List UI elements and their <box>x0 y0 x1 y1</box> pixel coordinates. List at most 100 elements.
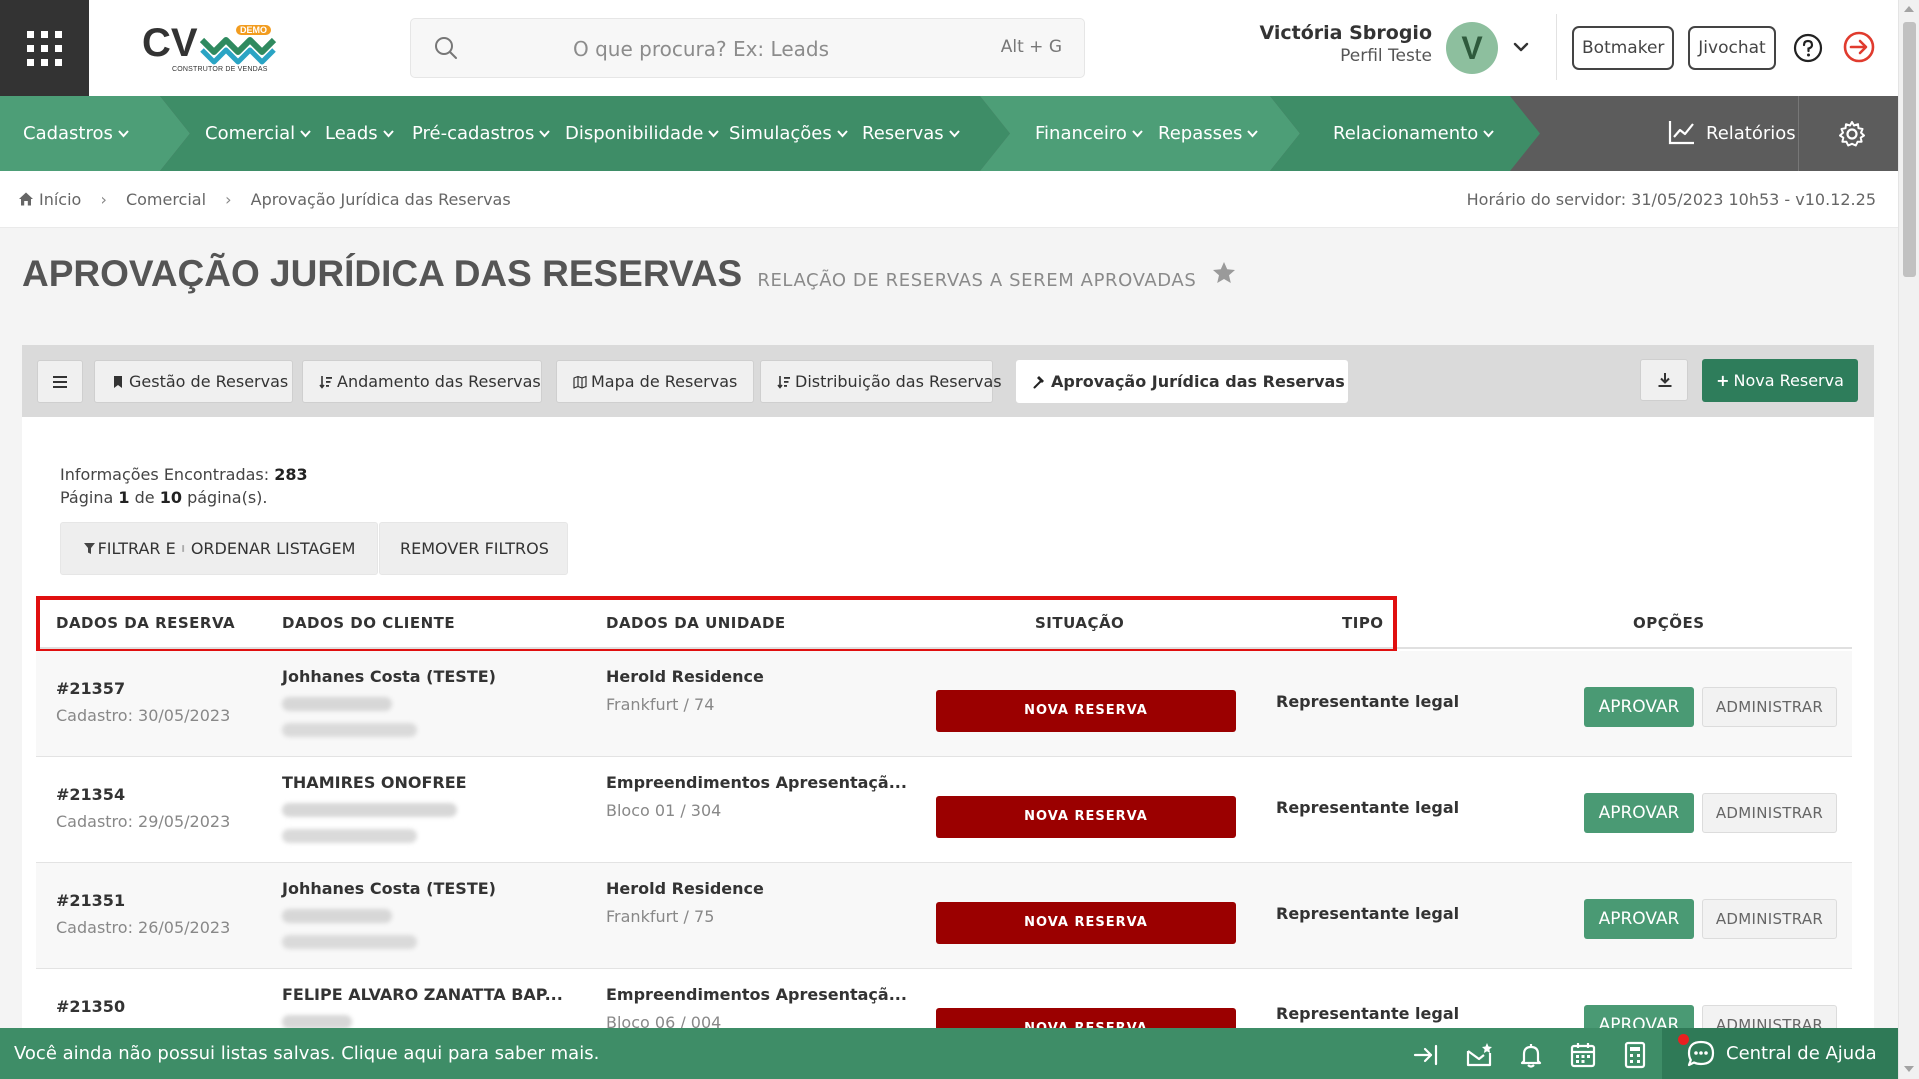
nav-item-leads[interactable]: Leads <box>325 96 395 171</box>
tab-label: Aprovação Jurídica das Reservas <box>1051 372 1345 391</box>
breadcrumb-comercial[interactable]: Comercial <box>126 190 206 209</box>
bell-icon[interactable] <box>1517 1041 1545 1069</box>
nav-item-reservas[interactable]: Reservas <box>862 96 961 171</box>
chevron-down-icon <box>1131 127 1144 140</box>
tab-distribuicao-reservas[interactable]: Distribuição das Reservas <box>760 360 1002 403</box>
nav-item-repasses[interactable]: Repasses <box>1158 96 1259 171</box>
nav-item-disponibilidade[interactable]: Disponibilidade <box>565 96 720 171</box>
gear-icon[interactable] <box>1837 119 1867 149</box>
col-header-opcoes: OPÇÕES <box>1633 614 1705 632</box>
calendar-icon[interactable] <box>1569 1041 1597 1069</box>
tab-mapa-reservas[interactable]: Mapa de Reservas <box>556 360 754 403</box>
search-shortcut-hint: Alt + G <box>1000 37 1062 57</box>
nav-item-label: Relacionamento <box>1333 123 1479 144</box>
col-header-reserva[interactable]: DADOS DA RESERVA <box>56 597 235 649</box>
filter-sort-button[interactable]: FILTRAR E ORDENAR LISTAGEM <box>60 522 378 575</box>
help-icon[interactable] <box>1793 33 1823 63</box>
table-row: #21354 Cadastro: 29/05/2023 THAMIRES ONO… <box>36 757 1852 863</box>
scroll-up-arrow-icon[interactable] <box>1904 6 1914 12</box>
approve-button[interactable]: APROVAR <box>1584 899 1694 939</box>
nav-item-relacionamento[interactable]: Relacionamento <box>1333 96 1495 171</box>
collapse-right-icon[interactable] <box>1412 1041 1440 1069</box>
star-icon[interactable] <box>1211 260 1237 286</box>
reservation-id[interactable]: #21351 <box>56 891 125 910</box>
brand-logo[interactable]: CV DEMO CONSTRUTOR DE VENDAS <box>140 18 280 80</box>
nav-item-simulacoes[interactable]: Simulações <box>729 96 849 171</box>
avatar[interactable]: V <box>1446 22 1498 74</box>
redacted-email <box>282 1015 352 1029</box>
user-name: Victória Sbrogio <box>1259 22 1432 44</box>
logout-icon[interactable] <box>1842 30 1876 64</box>
chevron-down-icon[interactable] <box>1510 36 1532 58</box>
status-badge: NOVA RESERVA <box>936 690 1236 732</box>
reservation-date: Cadastro: 26/05/2023 <box>56 918 231 937</box>
page-scrollbar[interactable] <box>1898 0 1919 1079</box>
reports-label: Relatórios <box>1706 123 1796 144</box>
nav-item-pre-cadastros[interactable]: Pré-cadastros <box>412 96 551 171</box>
chevron-right-icon: › <box>225 190 232 209</box>
unit-detail: Frankfurt / 74 <box>606 695 715 714</box>
apps-grid-button[interactable] <box>0 0 89 96</box>
user-info[interactable]: Victória Sbrogio Perfil Teste <box>1250 22 1432 66</box>
menu-toggle-button[interactable] <box>37 360 83 403</box>
reservation-id[interactable]: #21354 <box>56 785 125 804</box>
tab-andamento-reservas[interactable]: Andamento das Reservas <box>302 360 542 403</box>
remove-filters-button[interactable]: REMOVER FILTROS <box>379 522 568 575</box>
unit-name: Herold Residence <box>606 667 764 686</box>
download-button[interactable] <box>1640 359 1688 401</box>
col-header-situacao[interactable]: SITUAÇÃO <box>1035 597 1124 649</box>
jivochat-button[interactable]: Jivochat <box>1688 26 1776 70</box>
client-name: Johhanes Costa (TESTE) <box>282 879 496 898</box>
chevron-down-icon <box>538 127 551 140</box>
administer-button[interactable]: ADMINISTRAR <box>1702 793 1837 833</box>
nav-item-relatorios[interactable]: Relatórios <box>1668 96 1796 171</box>
scroll-down-arrow-icon[interactable] <box>1904 1066 1914 1072</box>
page-subtitle: RELAÇÃO DE RESERVAS A SEREM APROVADAS <box>757 270 1197 291</box>
tab-label: Distribuição das Reservas <box>795 372 1002 391</box>
grid-dot-icon <box>41 30 48 38</box>
col-header-cliente[interactable]: DADOS DO CLIENTE <box>282 597 455 649</box>
chevron-right-icon: › <box>100 190 107 209</box>
administer-button[interactable]: ADMINISTRAR <box>1702 687 1837 727</box>
botmaker-button[interactable]: Botmaker <box>1572 26 1674 70</box>
chevron-down-icon <box>836 127 849 140</box>
logo-tagline: CONSTRUTOR DE VENDAS <box>172 66 268 73</box>
mail-star-icon[interactable] <box>1465 1041 1493 1069</box>
tab-gestao-reservas[interactable]: Gestão de Reservas <box>94 360 293 403</box>
table-row: #21351 Cadastro: 26/05/2023 Johhanes Cos… <box>36 863 1852 969</box>
new-reservation-button[interactable]: + Nova Reserva <box>1702 359 1858 402</box>
approve-button[interactable]: APROVAR <box>1584 793 1694 833</box>
sort-amount-icon <box>777 376 790 389</box>
redacted-phone <box>282 935 417 949</box>
col-header-tipo[interactable]: TIPO <box>1342 597 1384 649</box>
reservation-id[interactable]: #21350 <box>56 997 125 1016</box>
user-profile: Perfil Teste <box>1340 46 1432 66</box>
redacted-email <box>282 909 392 923</box>
approve-button[interactable]: APROVAR <box>1584 687 1694 727</box>
nav-item-label: Leads <box>325 123 378 144</box>
nav-item-comercial[interactable]: Comercial <box>205 96 312 171</box>
header-divider <box>1556 14 1557 80</box>
nav-item-cadastros[interactable]: Cadastros <box>23 96 130 171</box>
saved-lists-message[interactable]: Você ainda não possui listas salvas. Cli… <box>14 1028 599 1079</box>
redacted-phone <box>282 829 417 843</box>
scrollbar-thumb[interactable] <box>1903 22 1916 277</box>
nav-item-financeiro[interactable]: Financeiro <box>1035 96 1144 171</box>
nav-item-label: Reservas <box>862 123 944 144</box>
page-total: 10 <box>159 488 182 507</box>
sort-icon <box>182 545 184 552</box>
filter-label-part1: FILTRAR E <box>97 539 176 558</box>
administer-button[interactable]: ADMINISTRAR <box>1702 899 1837 939</box>
reservation-id[interactable]: #21357 <box>56 679 125 698</box>
reservation-type: Representante legal <box>1276 1004 1460 1023</box>
help-center-button[interactable]: Central de Ajuda <box>1662 1028 1898 1079</box>
tab-aprovacao-juridica[interactable]: Aprovação Jurídica das Reservas <box>1016 360 1348 403</box>
unit-detail: Bloco 01 / 304 <box>606 801 722 820</box>
search-input[interactable] <box>481 29 921 69</box>
page-current: 1 <box>118 488 130 507</box>
col-header-unidade[interactable]: DADOS DA UNIDADE <box>606 597 786 649</box>
unit-detail: Frankfurt / 75 <box>606 907 715 926</box>
filter-icon <box>83 543 95 554</box>
breadcrumb-home[interactable]: Início <box>39 190 81 209</box>
calculator-icon[interactable] <box>1621 1041 1649 1069</box>
